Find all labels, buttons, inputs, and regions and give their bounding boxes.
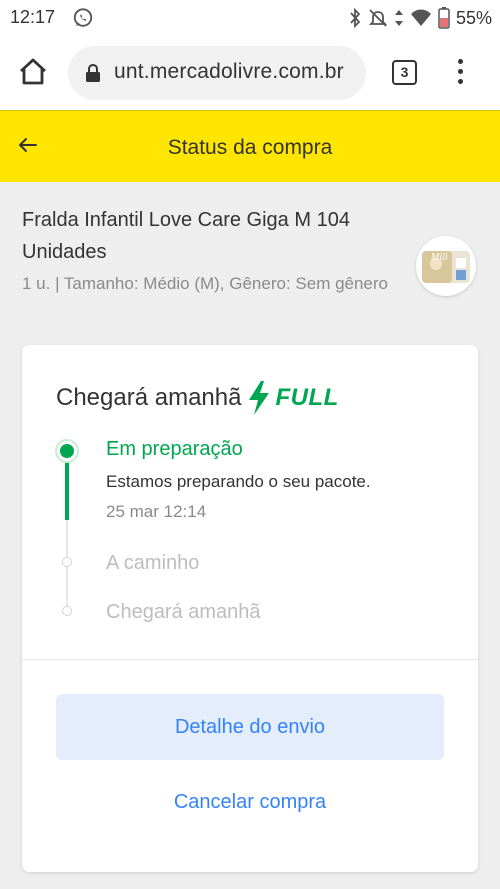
timeline-dot	[62, 557, 72, 567]
product-name: Fralda Infantil Love Care Giga M 104 Uni…	[22, 209, 350, 263]
full-badge: FULL	[247, 381, 338, 415]
data-arrows-icon	[394, 10, 403, 26]
product-info: Fralda Infantil Love Care Giga M 104 Uni…	[22, 204, 402, 298]
tab-switcher-button[interactable]: 3	[392, 60, 417, 85]
address-bar[interactable]: unt.mercadolivre.com.br	[68, 46, 366, 100]
shipment-card: Chegará amanhã FULL Em preparação Estamo…	[22, 345, 478, 872]
timeline-dot	[62, 606, 72, 616]
bluetooth-icon	[350, 8, 361, 28]
page-title: Status da compra	[167, 136, 333, 159]
battery-icon	[438, 7, 450, 29]
status-icons: 55%	[348, 6, 492, 30]
wifi-icon	[410, 9, 431, 26]
step-date: 25 mar 12:14	[106, 502, 207, 521]
mute-icon	[368, 9, 388, 27]
step-title: Em preparação	[106, 438, 243, 460]
status-bar: 12:17 55%	[0, 0, 500, 36]
page-header: Status da compra	[0, 110, 500, 182]
shipment-title: Chegará amanhã FULL	[56, 381, 339, 415]
whatsapp-icon	[73, 8, 93, 27]
battery-percent: 55%	[455, 7, 492, 28]
browser-toolbar: unt.mercadolivre.com.br 3	[0, 36, 500, 110]
url-text: unt.mercadolivre.com.br	[114, 60, 344, 83]
step-title: Chegará amanhã	[106, 601, 261, 623]
lightning-icon	[249, 381, 270, 415]
divider	[22, 659, 478, 660]
timeline-dot-active	[55, 439, 79, 463]
product-thumbnail: Mili	[416, 236, 476, 296]
product-variation: 1 u. | Tamanho: Médio (M), Gênero: Sem g…	[22, 274, 389, 293]
delivery-estimate: Chegará amanhã	[56, 384, 242, 411]
lock-icon	[86, 63, 100, 82]
step-description: Estamos preparando o seu pacote.	[106, 472, 371, 491]
full-label: FULL	[275, 384, 339, 411]
svg-text:Mili: Mili	[430, 252, 448, 263]
home-icon[interactable]	[18, 57, 48, 87]
overflow-menu-icon[interactable]	[452, 56, 468, 90]
status-time: 12:17	[10, 7, 56, 27]
shipping-details-button[interactable]: Detalhe do envio	[56, 694, 444, 760]
cancel-purchase-link[interactable]: Cancelar compra	[22, 791, 478, 814]
step-title: A caminho	[106, 552, 200, 574]
